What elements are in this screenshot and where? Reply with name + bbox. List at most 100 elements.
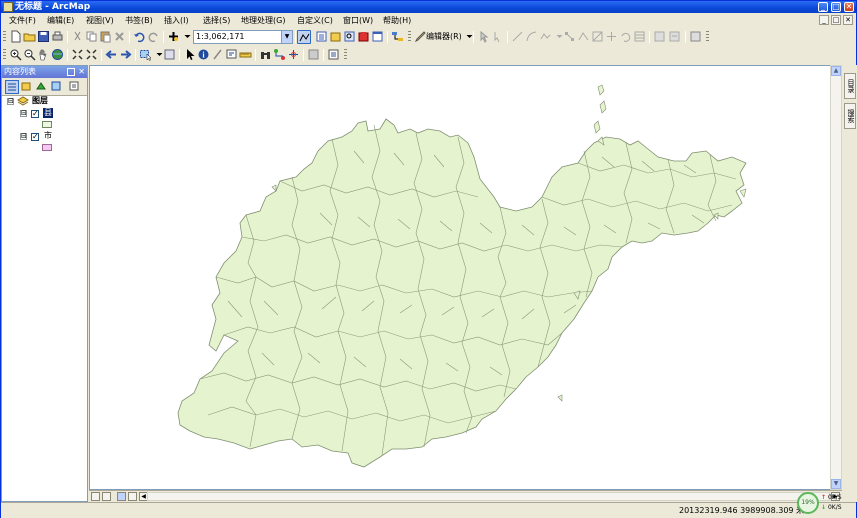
scroll-down-arrow-icon[interactable]: ▼ xyxy=(831,479,841,489)
toolbar-grip[interactable] xyxy=(344,49,347,61)
go-to-xy-icon[interactable] xyxy=(287,48,300,61)
map-canvas[interactable] xyxy=(90,66,831,489)
layer-visibility-checkbox[interactable]: ✓ xyxy=(31,133,39,141)
add-data-icon[interactable] xyxy=(167,30,180,43)
layers-group-label[interactable]: 图层 xyxy=(32,96,48,106)
table-of-contents-icon[interactable] xyxy=(315,30,328,43)
paste-icon[interactable] xyxy=(99,30,112,43)
delete-icon[interactable] xyxy=(113,30,126,43)
print-icon[interactable] xyxy=(51,30,64,43)
menu-selection[interactable]: 选择(S) xyxy=(203,15,230,27)
zoom-out-icon[interactable] xyxy=(23,48,36,61)
straight-segment-icon[interactable] xyxy=(511,30,524,43)
map-scale-input[interactable]: 1:3,062,171 xyxy=(193,30,282,44)
layers-expander[interactable]: ⊟ xyxy=(7,98,14,105)
menu-customize[interactable]: 自定义(C) xyxy=(297,15,333,27)
map-horizontal-scrollbar[interactable] xyxy=(147,492,830,501)
menu-windows[interactable]: 窗口(W) xyxy=(343,15,373,27)
menu-file[interactable]: 文件(F) xyxy=(9,15,36,27)
editor-menu[interactable]: 编辑器(R) xyxy=(426,31,462,43)
forward-arrow-icon[interactable] xyxy=(119,48,132,61)
fixed-zoom-in-icon[interactable] xyxy=(71,48,84,61)
open-folder-icon[interactable] xyxy=(23,30,36,43)
search-window-icon[interactable] xyxy=(343,30,356,43)
menu-edit[interactable]: 编辑(E) xyxy=(47,15,74,27)
full-extent-globe-icon[interactable] xyxy=(51,48,64,61)
list-by-visibility-icon[interactable] xyxy=(35,80,49,94)
copy-icon[interactable] xyxy=(85,30,98,43)
menu-view[interactable]: 视图(V) xyxy=(86,15,114,27)
construction-dropdown-icon[interactable] xyxy=(553,30,563,43)
map-display[interactable] xyxy=(89,65,842,490)
cut-polygons-icon[interactable] xyxy=(591,30,604,43)
close-button[interactable]: ✕ xyxy=(844,2,854,12)
layer-symbol-swatch[interactable] xyxy=(42,144,52,151)
split-tool-icon[interactable] xyxy=(605,30,618,43)
refresh-view-icon[interactable] xyxy=(117,492,126,501)
find-binoculars-icon[interactable] xyxy=(259,48,272,61)
maximize-button[interactable]: □ xyxy=(831,2,841,12)
edit-vertices-icon[interactable] xyxy=(563,30,576,43)
editing-options-icon[interactable] xyxy=(689,30,702,43)
toolbar-grip[interactable] xyxy=(3,49,6,61)
map-vertical-scrollbar[interactable]: ▲ ▼ xyxy=(830,65,842,490)
select-by-rectangle-icon[interactable] xyxy=(139,48,152,61)
scale-dropdown-icon[interactable]: ▼ xyxy=(281,30,293,44)
arctoolbox-icon[interactable] xyxy=(357,30,370,43)
save-icon[interactable] xyxy=(37,30,50,43)
data-view-icon[interactable] xyxy=(91,492,100,501)
select-elements-pointer-icon[interactable] xyxy=(183,48,196,61)
menu-geoprocessing[interactable]: 地理处理(G) xyxy=(241,15,285,27)
menu-insert[interactable]: 插入(I) xyxy=(164,15,189,27)
edit-tool-icon[interactable] xyxy=(477,30,490,43)
network-usage-gauge[interactable]: 19% xyxy=(797,492,819,514)
catalog-window-icon[interactable] xyxy=(329,30,342,43)
undo-icon[interactable] xyxy=(133,30,146,43)
create-features-icon[interactable] xyxy=(668,30,681,43)
modelbuilder-icon[interactable] xyxy=(391,30,404,43)
edit-annotation-icon[interactable] xyxy=(491,30,504,43)
end-point-arc-icon[interactable] xyxy=(525,30,538,43)
mdi-close-button[interactable]: ✕ xyxy=(843,15,853,25)
layer-expander[interactable]: ⊟ xyxy=(20,133,27,140)
back-arrow-icon[interactable] xyxy=(105,48,118,61)
create-viewer-window-icon[interactable] xyxy=(327,48,340,61)
clear-selection-icon[interactable] xyxy=(163,48,176,61)
toolbar-grip[interactable] xyxy=(3,31,6,43)
new-document-icon[interactable] xyxy=(9,30,22,43)
fixed-zoom-out-icon[interactable] xyxy=(85,48,98,61)
add-data-dropdown-icon[interactable] xyxy=(181,30,191,43)
cut-icon[interactable] xyxy=(71,30,84,43)
editor-dropdown-icon[interactable] xyxy=(463,30,473,43)
layer-visibility-checkbox[interactable]: ✓ xyxy=(31,110,39,118)
sketch-properties-icon[interactable] xyxy=(653,30,666,43)
mdi-minimize-button[interactable]: _ xyxy=(819,15,829,25)
hyperlink-icon[interactable] xyxy=(225,48,238,61)
toolbar-grip[interactable] xyxy=(408,31,411,43)
html-popup-icon[interactable] xyxy=(211,48,224,61)
layer-name[interactable]: 市 xyxy=(44,131,52,141)
menu-help[interactable]: 帮助(H) xyxy=(383,15,411,27)
editor-toolbar-icon[interactable] xyxy=(297,30,311,44)
rotate-tool-icon[interactable] xyxy=(619,30,632,43)
catalog-dock-tab[interactable]: 目录 xyxy=(844,73,856,99)
trace-icon[interactable] xyxy=(539,30,552,43)
zoom-in-icon[interactable] xyxy=(9,48,22,61)
menu-bookmarks[interactable]: 书签(B) xyxy=(125,15,153,27)
list-by-drawing-order-icon[interactable] xyxy=(5,80,19,94)
search-dock-tab[interactable]: 搜索 xyxy=(844,103,856,129)
find-route-icon[interactable] xyxy=(273,48,286,61)
layer-symbol-swatch[interactable] xyxy=(42,121,52,128)
layer-expander[interactable]: ⊟ xyxy=(20,110,27,117)
minimize-button[interactable]: _ xyxy=(818,2,828,12)
pause-drawing-icon[interactable] xyxy=(128,492,137,501)
identify-icon[interactable]: i xyxy=(197,48,210,61)
list-by-selection-icon[interactable] xyxy=(50,80,64,94)
auto-hide-pin-icon[interactable] xyxy=(67,68,75,76)
select-dropdown-icon[interactable] xyxy=(153,48,163,61)
list-by-source-icon[interactable] xyxy=(20,80,34,94)
layout-view-icon[interactable] xyxy=(102,492,111,501)
reshape-feature-icon[interactable] xyxy=(577,30,590,43)
python-window-icon[interactable] xyxy=(371,30,384,43)
mdi-restore-button[interactable]: □ xyxy=(831,15,841,25)
